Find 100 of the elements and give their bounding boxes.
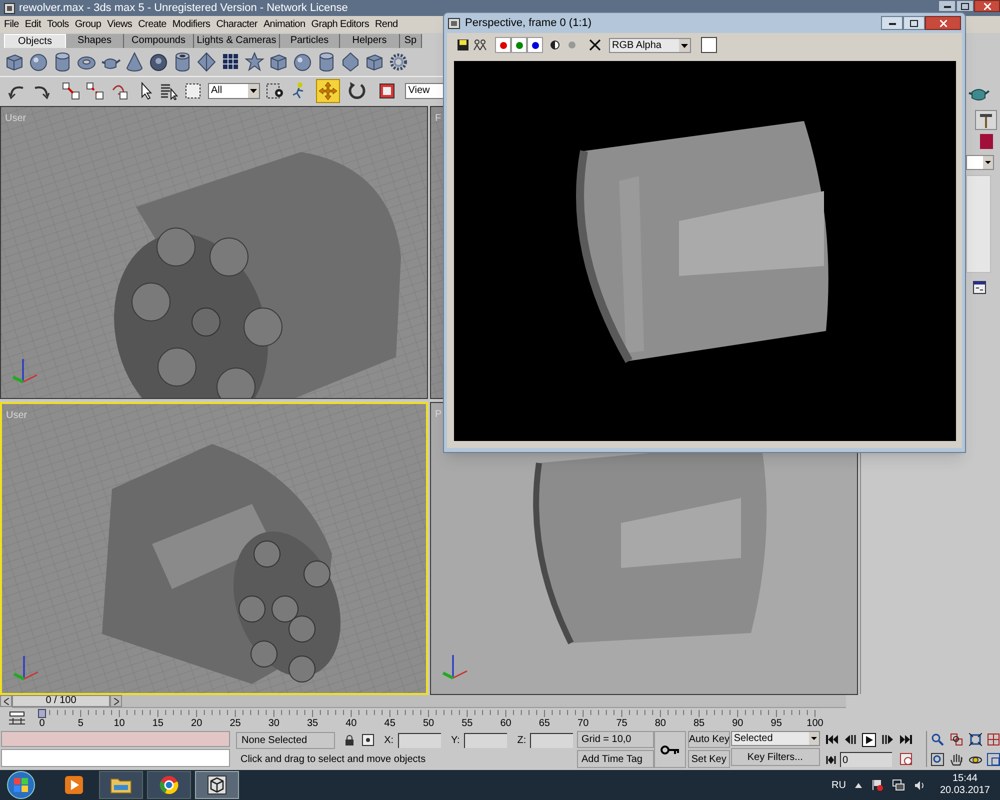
network-icon[interactable] xyxy=(892,779,905,791)
menu-item[interactable]: Animation xyxy=(263,17,306,32)
frame-number: 25 xyxy=(228,718,242,729)
maximize-icon xyxy=(910,20,918,26)
menu-item[interactable]: File xyxy=(4,17,19,32)
set-key-button[interactable]: Set Key xyxy=(688,750,730,768)
menu-item[interactable]: Create xyxy=(138,17,166,32)
dot-icon[interactable] xyxy=(567,40,577,50)
flag-icon[interactable] xyxy=(870,779,883,791)
key-mode-icon[interactable] xyxy=(826,756,836,764)
menu-item[interactable]: Views xyxy=(107,17,132,32)
maximize-button[interactable] xyxy=(903,16,925,30)
panel-tab[interactable]: Compounds xyxy=(124,34,194,48)
hammer-icon[interactable] xyxy=(979,112,993,128)
add-time-tag-button[interactable]: Add Time Tag xyxy=(577,750,654,768)
current-frame-field[interactable]: 0 xyxy=(840,752,892,767)
zoom-extents-icon[interactable] xyxy=(968,733,982,746)
clear-icon[interactable] xyxy=(589,39,601,51)
speaker-icon[interactable] xyxy=(914,780,925,790)
key-mode-dropdown[interactable]: Selected xyxy=(730,731,820,746)
star-icon[interactable] xyxy=(244,50,265,72)
previous-frame-button[interactable] xyxy=(0,695,12,707)
frame-thumb[interactable] xyxy=(38,709,46,718)
spindle-icon[interactable] xyxy=(340,50,361,72)
taskbar-button[interactable] xyxy=(99,771,143,799)
start-button[interactable] xyxy=(7,771,35,799)
listener-field[interactable] xyxy=(1,749,230,767)
minimize-button[interactable] xyxy=(881,16,903,30)
cone-icon[interactable] xyxy=(124,50,145,72)
panel-tab[interactable]: Objects xyxy=(4,34,66,48)
hand-icon[interactable] xyxy=(950,753,963,766)
dropdown[interactable] xyxy=(966,155,994,170)
clone-icon[interactable] xyxy=(473,39,487,51)
taskbar-button[interactable] xyxy=(195,771,239,799)
previous-key-icon[interactable] xyxy=(844,735,856,744)
zoom-extents-all-icon[interactable] xyxy=(987,733,1000,746)
language-indicator[interactable]: RU xyxy=(831,778,846,792)
close-button[interactable] xyxy=(925,16,961,30)
menu-item[interactable]: Rend xyxy=(375,17,398,32)
clock[interactable]: 15:44 20.03.2017 xyxy=(940,773,990,797)
auto-key-button[interactable]: Auto Key xyxy=(688,731,730,748)
move-tool-button[interactable] xyxy=(316,78,340,102)
region-zoom-icon[interactable] xyxy=(931,753,944,766)
zoom-icon[interactable] xyxy=(931,733,944,746)
key-filters-button[interactable]: Key Filters... xyxy=(730,748,820,766)
panel-tab[interactable]: Sp xyxy=(400,34,422,48)
taskbar-button[interactable] xyxy=(147,771,191,799)
windows-logo-icon xyxy=(14,778,28,792)
go-to-start-icon[interactable] xyxy=(826,735,838,744)
up-arrow-icon[interactable] xyxy=(854,782,862,788)
timeline-bar[interactable]: 0 / 100 xyxy=(12,695,846,708)
go-to-end-icon[interactable] xyxy=(898,735,912,744)
link-icon[interactable] xyxy=(62,82,80,100)
color-swatch[interactable] xyxy=(701,37,717,53)
minimize-button[interactable] xyxy=(938,0,956,12)
maximize-viewport-icon[interactable] xyxy=(987,753,1000,766)
coordinate-field[interactable] xyxy=(398,732,441,748)
color-swatch[interactable] xyxy=(980,134,993,149)
gear-icon[interactable] xyxy=(388,50,409,72)
track-bar-icon[interactable] xyxy=(8,711,26,725)
coordinate-field[interactable] xyxy=(530,732,574,748)
menu-item[interactable]: Character xyxy=(216,17,258,32)
coordinate-system-dropdown[interactable]: View xyxy=(405,82,445,98)
unlink-icon[interactable] xyxy=(86,82,104,100)
next-key-icon[interactable] xyxy=(880,735,894,744)
maximize-button[interactable] xyxy=(956,0,974,12)
arrow-cursor-icon[interactable] xyxy=(140,82,154,100)
selection-center-icon[interactable] xyxy=(266,82,284,100)
maximize-icon xyxy=(961,2,969,10)
media-player-icon[interactable] xyxy=(64,775,84,795)
set-key-button[interactable] xyxy=(654,731,686,768)
frame-counter[interactable]: 0 / 100 xyxy=(12,695,110,707)
listener-field[interactable] xyxy=(1,731,230,747)
menu-item[interactable]: Tools xyxy=(46,17,69,32)
selection-filter-dropdown[interactable]: All xyxy=(208,82,260,98)
rectangle-selection-icon[interactable] xyxy=(184,82,202,100)
next-frame-button[interactable] xyxy=(110,695,122,707)
teapot-icon[interactable] xyxy=(968,86,990,102)
absolute-mode-icon[interactable] xyxy=(362,734,374,746)
coordinate-field[interactable] xyxy=(464,732,508,748)
lock-icon[interactable] xyxy=(345,734,354,746)
mono-icon[interactable] xyxy=(550,40,560,50)
panel-tab[interactable]: Particles xyxy=(280,34,340,48)
close-button[interactable] xyxy=(974,0,1000,12)
panel-tab[interactable]: Lights & Cameras xyxy=(194,34,280,48)
save-icon[interactable] xyxy=(457,39,469,51)
play-icon[interactable] xyxy=(862,732,876,746)
menu-item[interactable]: Graph Editors xyxy=(311,17,370,32)
select-list-icon[interactable] xyxy=(160,82,178,100)
menu-item[interactable]: Group xyxy=(74,17,102,32)
display-mode-dropdown[interactable]: RGB Alpha xyxy=(609,38,691,52)
time-configuration-icon[interactable] xyxy=(900,753,912,766)
menu-item[interactable]: Edit xyxy=(24,17,41,32)
calendar-icon[interactable] xyxy=(973,281,986,294)
axis-label: Y: xyxy=(450,734,460,748)
panel-tab[interactable]: Shapes xyxy=(66,34,124,48)
panel-tab[interactable]: Helpers xyxy=(340,34,400,48)
pyramid-icon[interactable] xyxy=(196,50,217,72)
zoom-all-icon[interactable] xyxy=(950,733,963,746)
menu-item[interactable]: Modifiers xyxy=(172,17,210,32)
